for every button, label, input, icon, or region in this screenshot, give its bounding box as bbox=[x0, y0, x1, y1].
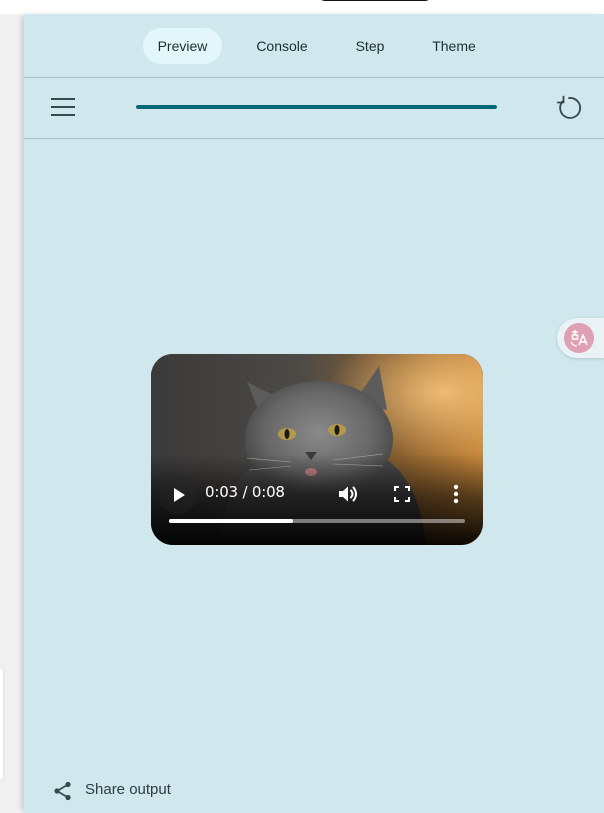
play-button[interactable] bbox=[159, 476, 197, 514]
video-scrubber[interactable] bbox=[169, 519, 465, 523]
preview-panel: Preview Console Step Theme 0:03 / 0:08 S… bbox=[24, 14, 604, 813]
tab-console[interactable]: Console bbox=[242, 28, 322, 64]
translate-floating-button[interactable] bbox=[557, 318, 604, 358]
load-progress-bar bbox=[136, 105, 497, 109]
more-vert-icon[interactable] bbox=[445, 482, 467, 506]
hamburger-menu-icon[interactable] bbox=[51, 96, 77, 118]
share-output-label: Share output bbox=[85, 781, 171, 798]
fullscreen-icon[interactable] bbox=[391, 483, 413, 505]
camera-notch bbox=[318, 0, 432, 1]
video-time: 0:03 / 0:08 bbox=[205, 483, 285, 501]
tab-bar: Preview Console Step Theme bbox=[24, 14, 604, 78]
reload-icon[interactable] bbox=[553, 93, 583, 123]
video-player[interactable]: 0:03 / 0:08 bbox=[151, 354, 483, 545]
browser-top-strip bbox=[0, 0, 604, 14]
tab-step[interactable]: Step bbox=[340, 28, 400, 64]
play-icon bbox=[174, 488, 185, 502]
volume-icon[interactable] bbox=[335, 481, 361, 507]
preview-toolbar bbox=[24, 78, 604, 139]
share-icon bbox=[54, 781, 71, 801]
video-scrubber-played bbox=[169, 519, 294, 523]
left-edge-card bbox=[0, 668, 3, 780]
load-progress-fill bbox=[136, 105, 497, 109]
translate-icon bbox=[564, 323, 594, 353]
tab-preview[interactable]: Preview bbox=[143, 28, 222, 64]
video-controls-gradient bbox=[151, 454, 483, 545]
left-gutter bbox=[0, 14, 24, 813]
tab-theme[interactable]: Theme bbox=[419, 28, 489, 64]
